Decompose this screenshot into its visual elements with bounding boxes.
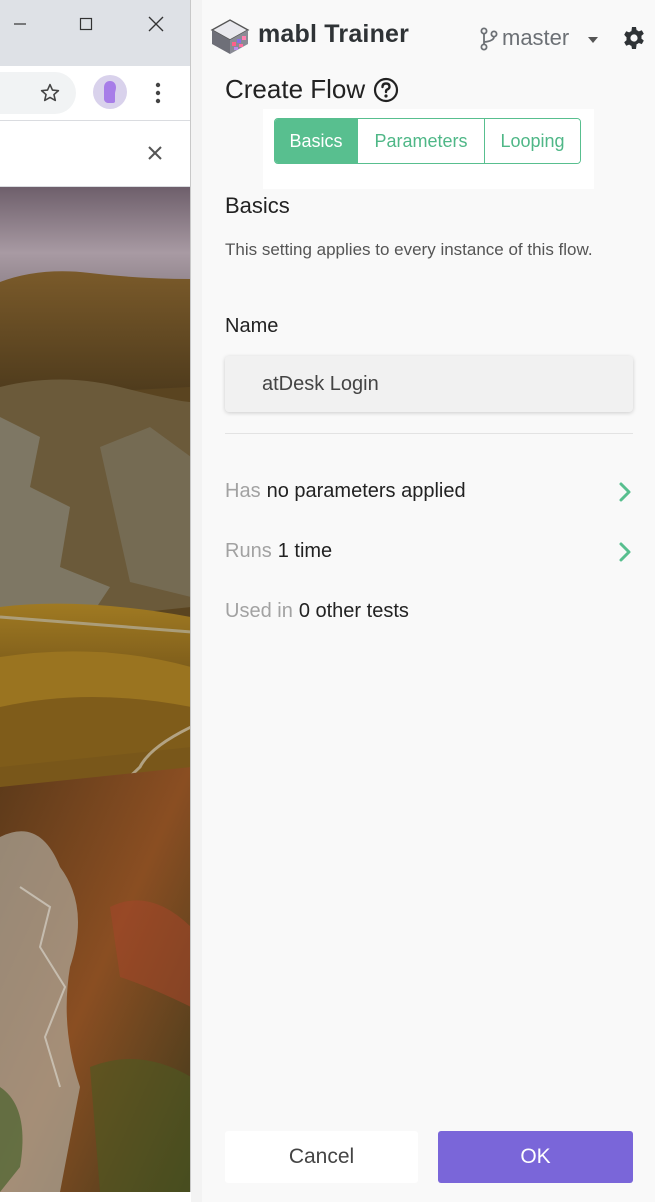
panel-divider (191, 0, 202, 1202)
git-branch-icon[interactable] (479, 27, 499, 51)
landscape-image (0, 187, 190, 1192)
maximize-icon[interactable] (72, 10, 100, 38)
section-title: Basics (225, 193, 290, 218)
browser-titlebar (0, 0, 190, 66)
divider (225, 433, 633, 434)
branch-selector[interactable]: master (502, 25, 569, 51)
star-icon[interactable] (36, 79, 64, 107)
close-icon[interactable] (143, 141, 167, 165)
tab-bar-container: Basics Parameters Looping (263, 109, 594, 189)
profile-icon[interactable] (93, 75, 127, 109)
summary-prefix: Used in (225, 599, 293, 622)
chevron-right-icon[interactable] (615, 541, 635, 563)
runs-summary-row[interactable]: Runs 1 time (225, 535, 635, 567)
more-vert-icon[interactable] (145, 79, 171, 107)
tab-parameters[interactable]: Parameters (357, 119, 484, 163)
chevron-right-icon[interactable] (615, 481, 635, 503)
tab-bar: Basics Parameters Looping (274, 118, 581, 164)
browser-infobar (0, 121, 190, 187)
mabl-trainer-panel: mabl Trainer master Create Flow Basics P… (202, 0, 655, 1202)
summary-prefix: Has (225, 479, 261, 502)
used-in-summary-row: Used in 0 other tests (225, 595, 635, 627)
footer-divider (202, 1115, 655, 1116)
cancel-button[interactable]: Cancel (225, 1131, 418, 1183)
name-label: Name (225, 315, 279, 337)
gear-icon[interactable] (622, 26, 646, 50)
browser-toolbar (0, 66, 190, 121)
create-flow-title: Create Flow (225, 74, 399, 105)
chevron-down-icon[interactable] (586, 33, 600, 47)
summary-prefix: Runs (225, 539, 272, 562)
name-input[interactable] (225, 356, 633, 412)
ok-button[interactable]: OK (438, 1131, 633, 1183)
summary-value: no parameters applied (266, 479, 466, 502)
section-description: This setting applies to every instance o… (225, 240, 593, 259)
question-circle-icon[interactable] (373, 77, 399, 103)
summary-value: 1 time (277, 539, 333, 562)
panel-header: mabl Trainer master (202, 0, 655, 74)
parameters-summary-row[interactable]: Has no parameters applied (225, 475, 635, 507)
tab-basics[interactable]: Basics (275, 119, 357, 163)
summary-value: 0 other tests (298, 599, 409, 622)
app-title: mabl Trainer (258, 20, 410, 48)
browser-window (0, 0, 191, 1192)
close-icon[interactable] (142, 10, 170, 38)
mabl-logo-icon (208, 14, 252, 58)
minimize-icon[interactable] (6, 10, 34, 38)
page-title: Create Flow (225, 74, 366, 104)
tab-looping[interactable]: Looping (484, 119, 580, 163)
